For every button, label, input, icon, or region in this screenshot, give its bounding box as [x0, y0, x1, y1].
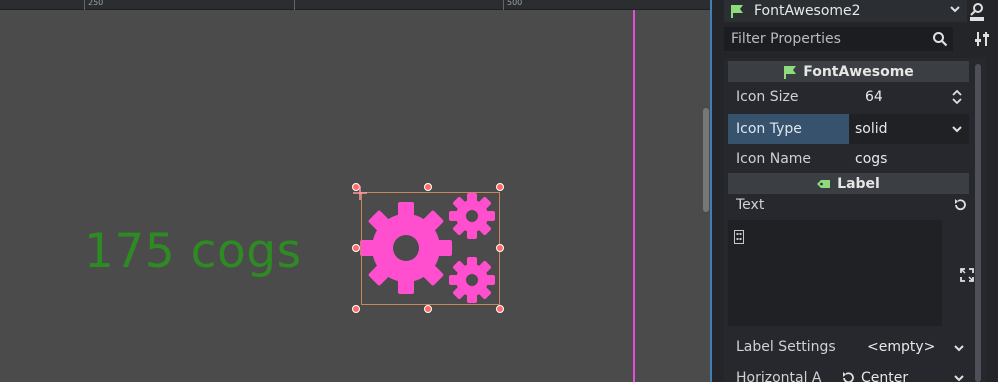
doc-search-icon [970, 3, 984, 21]
resize-handle-right[interactable] [496, 244, 504, 252]
text-edit-area[interactable] [728, 220, 942, 326]
icon-type-dropdown[interactable]: solid [849, 114, 969, 144]
resize-handle-top[interactable] [424, 183, 432, 191]
selection-box[interactable] [361, 192, 500, 305]
stepper-icon[interactable] [951, 89, 963, 105]
inspector-panel: FontAwesome2 FontAweso [712, 0, 998, 382]
ruler-tick [294, 0, 295, 10]
search-icon [933, 32, 948, 47]
canvas-label-node[interactable]: 175 cogs [84, 224, 302, 279]
section-title: Label [837, 175, 880, 192]
property-label: Icon Type [728, 114, 849, 144]
node-flag-icon [731, 5, 743, 18]
property-horizontal-alignment: Horizontal A Center [728, 363, 969, 382]
viewport-scrollbar[interactable] [703, 108, 709, 212]
property-icon-size: Icon Size 64 [728, 82, 969, 112]
resize-handle-left[interactable] [352, 244, 360, 252]
property-label: Label Settings [736, 339, 836, 355]
icon-size-spinbox[interactable]: 64 [849, 82, 969, 112]
inspector-scrollbar[interactable] [975, 64, 981, 382]
property-label: Icon Size [736, 89, 799, 105]
property-icon-name: Icon Name cogs [728, 144, 969, 174]
ruler-tick-label: 500 [507, 0, 523, 7]
chevron-down-icon [954, 375, 964, 382]
ruler-tick [84, 0, 85, 10]
node-name: FontAwesome2 [754, 3, 861, 19]
chevron-down-icon [954, 345, 964, 352]
revert-icon[interactable] [841, 371, 855, 382]
pivot-icon[interactable] [352, 185, 368, 201]
expand-icon[interactable] [960, 268, 974, 282]
property-label-settings: Label Settings <empty> [728, 332, 969, 362]
viewport-boundary-line [633, 10, 635, 382]
chevron-down-icon [950, 6, 960, 13]
property-label: Icon Name [736, 151, 812, 167]
resize-handle-bottom[interactable] [424, 305, 432, 313]
resize-handle-bottom-right[interactable] [496, 305, 504, 313]
property-text: Text [728, 191, 969, 219]
tools-icon[interactable] [972, 29, 992, 49]
property-label: Horizontal A [736, 370, 822, 382]
node-selector[interactable]: FontAwesome2 [724, 0, 967, 22]
section-title: FontAwesome [803, 63, 914, 80]
property-label: Text [736, 197, 765, 213]
icon-name-input[interactable]: cogs [849, 144, 969, 174]
property-icon-type: Icon Type solid [728, 114, 969, 144]
resize-handle-bottom-left[interactable] [352, 305, 360, 313]
icon-size-value: 64 [865, 89, 883, 105]
horizontal-alignment-value: Center [861, 370, 909, 382]
canvas-viewport[interactable]: 250 500 175 cogs [0, 0, 712, 382]
icon-type-value: solid [855, 121, 888, 137]
chevron-down-icon [952, 126, 962, 133]
resize-handle-top-right[interactable] [496, 183, 504, 191]
text-glyph-icon [734, 230, 744, 244]
revert-icon[interactable] [953, 198, 967, 212]
property-list: FontAwesome Icon Size 64 Icon Type solid [724, 58, 986, 382]
horizontal-alignment-dropdown[interactable]: Center [843, 363, 969, 382]
label-tag-icon [817, 179, 831, 188]
filter-row [724, 27, 998, 51]
label-settings-value: <empty> [867, 339, 936, 355]
horizontal-ruler: 250 500 [0, 0, 712, 10]
ruler-tick-label: 250 [88, 0, 104, 7]
section-fontawesome[interactable]: FontAwesome [728, 61, 969, 82]
filter-properties-input[interactable] [724, 27, 953, 51]
node-flag-icon [784, 65, 797, 79]
label-settings-resource-picker[interactable]: <empty> [849, 332, 969, 362]
doc-search-button[interactable] [963, 0, 991, 24]
ruler-tick [503, 0, 504, 10]
